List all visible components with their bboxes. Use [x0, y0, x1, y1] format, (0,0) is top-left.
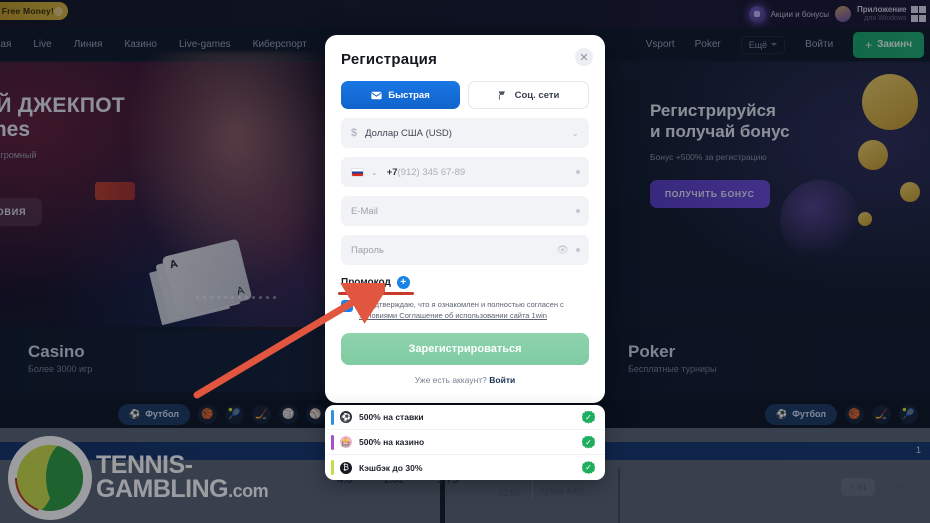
eye-icon[interactable]: 👁: [556, 245, 569, 256]
have-account-row: Уже есть аккаунт? Войти: [341, 375, 589, 385]
russia-flag-icon: [351, 167, 364, 177]
cashback-icon: ₿: [340, 461, 352, 474]
phone-placeholder: (912) 345 67-89: [397, 166, 466, 178]
promocode-toggle[interactable]: Промокод +: [338, 276, 414, 295]
check-icon: ✓: [582, 461, 595, 474]
password-field[interactable]: Пароль 👁: [341, 235, 589, 265]
close-icon[interactable]: ✕: [575, 48, 593, 66]
chevron-down-icon: ⌄: [571, 127, 579, 138]
bonus-label: 500% на ставки: [359, 412, 424, 422]
bonus-color-bar: [331, 434, 334, 450]
registration-modal: Регистрация ✕ Быстрая Соц. сети $ Доллар…: [325, 35, 605, 403]
check-icon: ✓: [343, 301, 351, 311]
screenshot-root: Free Money! Акции и бонусы Приложение дл…: [0, 0, 930, 523]
have-account-login-link[interactable]: Войти: [489, 375, 515, 385]
bonus-options-list: ⚽ 500% на ставки ✓ 🎰 500% на казино ✓ ₿ …: [325, 405, 605, 480]
social-icon: [498, 90, 505, 100]
agreement-row: ✓ Я подтверждаю, что я ознакомлен и полн…: [341, 299, 589, 322]
bonus-label: 500% на казино: [359, 437, 425, 447]
register-submit-button[interactable]: Зарегистрироваться: [341, 332, 589, 365]
bonus-label: Кэшбэк до 30%: [359, 462, 423, 473]
currency-value: Доллар США (USD): [365, 127, 452, 139]
password-placeholder: Пароль: [351, 244, 384, 256]
tab-quick-registration[interactable]: Быстрая: [341, 81, 460, 109]
email-placeholder: E-Mail: [351, 205, 378, 217]
required-dot-icon: [576, 209, 580, 213]
promocode-highlight-underline: [338, 292, 414, 295]
agreement-text-part1: Я подтверждаю, что я ознакомлен и полнос…: [359, 300, 564, 309]
phone-prefix: +7: [386, 166, 398, 178]
close-glyph: ✕: [579, 51, 589, 64]
agreement-checkbox[interactable]: ✓: [341, 300, 353, 312]
agreement-text: Я подтверждаю, что я ознакомлен и полнос…: [359, 299, 589, 322]
phone-input[interactable]: ⌄ +7 (912) 345 67-89: [341, 157, 589, 187]
currency-select[interactable]: $ Доллар США (USD) ⌄: [341, 118, 589, 148]
have-account-text: Уже есть аккаунт?: [414, 374, 487, 385]
plus-icon: +: [396, 276, 410, 289]
registration-tabs: Быстрая Соц. сети: [341, 81, 589, 109]
modal-title: Регистрация: [341, 51, 438, 68]
country-selector[interactable]: ⌄: [351, 167, 378, 177]
promocode-label: Промокод: [341, 277, 391, 288]
casino-icon: 🎰: [340, 436, 352, 448]
tab-label: Соц. сети: [514, 89, 560, 101]
bonus-color-bar: [331, 460, 334, 475]
required-dot-icon: [576, 170, 580, 174]
chevron-down-icon: ⌄: [371, 167, 378, 177]
agreement-link[interactable]: Условиями Соглашение об использовании са…: [359, 311, 547, 320]
tab-label: Быстрая: [388, 89, 430, 101]
tab-social-networks[interactable]: Соц. сети: [468, 81, 589, 109]
football-icon: ⚽: [340, 411, 352, 423]
check-icon: ✓: [582, 435, 595, 449]
list-item[interactable]: ⚽ 500% на ставки ✓: [325, 405, 605, 430]
required-dot-icon: [576, 248, 580, 252]
list-item[interactable]: ₿ Кэшбэк до 30% ✓: [325, 455, 605, 480]
bonus-color-bar: [331, 409, 334, 425]
envelope-icon: [371, 91, 382, 99]
check-icon: ✓: [582, 410, 595, 424]
dollar-icon: $: [351, 127, 358, 139]
email-field[interactable]: E-Mail: [341, 196, 589, 226]
list-item[interactable]: 🎰 500% на казино ✓: [325, 430, 605, 455]
